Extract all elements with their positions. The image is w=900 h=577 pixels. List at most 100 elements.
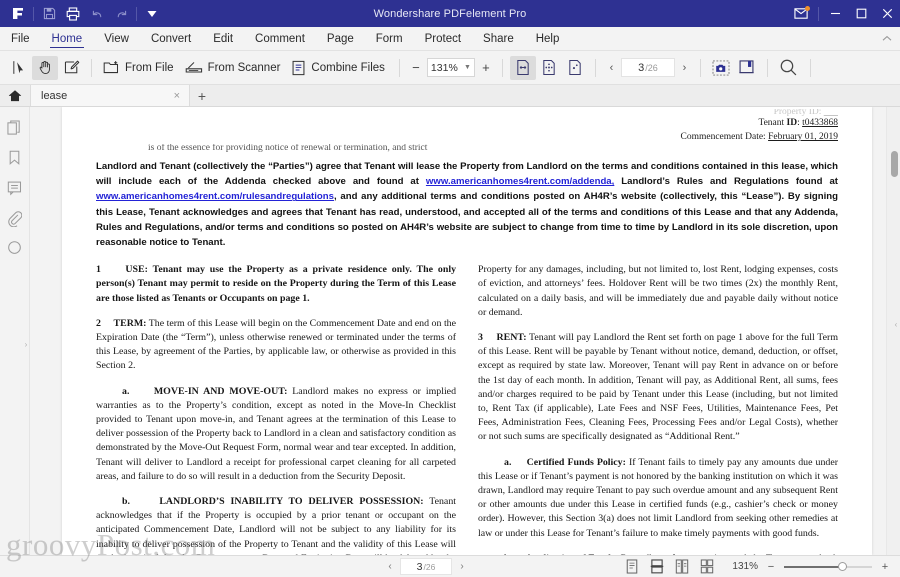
clause-application-of-funds: b. Application of Funds: Regardless of a… (478, 552, 838, 555)
title-bar: Wondershare PDFelement Pro (0, 0, 900, 27)
clause-title: Application of Funds: (525, 553, 618, 555)
menu-page[interactable]: Page (316, 27, 365, 50)
window-controls-divider (818, 6, 819, 21)
menu-share[interactable]: Share (472, 27, 525, 50)
clause-move-in-move-out: a. MOVE-IN AND MOVE-OUT: Landlord makes … (96, 385, 456, 484)
menu-convert[interactable]: Convert (140, 27, 202, 50)
status-previous-page-button[interactable]: ‹ (382, 558, 398, 576)
from-scanner-button[interactable]: From Scanner (181, 56, 288, 80)
zoom-slider[interactable] (784, 561, 872, 573)
status-next-page-button[interactable]: › (454, 558, 470, 576)
menu-bar: File Home View Convert Edit Comment Page… (0, 27, 900, 51)
fit-page-view-icon[interactable] (536, 56, 562, 80)
menu-file[interactable]: File (0, 27, 41, 50)
header-commencement-date: Commencement Date: February 01, 2019 (680, 132, 838, 142)
mail-icon[interactable] (787, 0, 815, 27)
next-page-button[interactable]: › (676, 58, 693, 78)
clause-body: Property for any damages, including, but… (478, 264, 838, 318)
new-tab-button[interactable]: + (190, 85, 214, 106)
collapse-right-panel-handle[interactable]: ‹ (892, 309, 900, 339)
document-header: Property ID: Tenant ID: t0433868 Commenc… (96, 107, 838, 144)
single-page-view-button[interactable] (623, 558, 641, 576)
menu-form[interactable]: Form (365, 27, 414, 50)
search-icon[interactable] (775, 56, 803, 80)
zoom-in-button[interactable]: + (477, 58, 495, 78)
chevron-up-icon[interactable] (874, 27, 900, 50)
page-canvas[interactable]: Property ID: Tenant ID: t0433868 Commenc… (30, 107, 886, 555)
menu-home[interactable]: Home (41, 27, 94, 50)
zoom-level-select[interactable]: 131% ▼ (426, 58, 475, 77)
menu-view[interactable]: View (93, 27, 140, 50)
menu-comment[interactable]: Comment (244, 27, 316, 50)
clause-number: 2 (96, 317, 101, 329)
close-button[interactable] (874, 0, 900, 27)
commencement-date-value: February 01, 2019 (768, 132, 838, 142)
page-number-input[interactable]: 3 /26 (620, 58, 675, 77)
select-text-tool-icon[interactable] (6, 56, 32, 80)
app-logo-icon (6, 3, 30, 25)
sidebar-item-bookmarks[interactable] (4, 147, 26, 169)
zoom-out-button[interactable]: − (407, 58, 425, 78)
snapshot-icon[interactable] (708, 56, 734, 80)
scrollbar-thumb[interactable] (891, 151, 898, 177)
read-mode-icon[interactable] (734, 56, 760, 80)
workspace: › Property ID: Tenant ID: t0433868 Comme… (0, 107, 900, 555)
redo-icon[interactable] (109, 3, 133, 25)
menu-help[interactable]: Help (525, 27, 571, 50)
chevron-down-icon: ▼ (463, 64, 471, 71)
intro-text-2: Landlord’s Rules and Regulations found a… (614, 176, 838, 188)
status-zoom-out-button[interactable]: − (764, 559, 778, 575)
menu-protect[interactable]: Protect (414, 27, 472, 50)
hand-tool-icon[interactable] (32, 55, 58, 80)
customize-dropdown-icon[interactable] (140, 3, 164, 25)
single-page-view-icon[interactable] (509, 55, 536, 80)
toolbar-divider (33, 6, 34, 21)
two-column-body: 1 USE: Tenant may use the Property as a … (96, 263, 838, 555)
from-file-button[interactable]: From File (99, 56, 181, 80)
close-icon[interactable]: × (171, 90, 183, 102)
sidebar-item-attachments[interactable] (4, 207, 26, 229)
combine-files-label: Combine Files (311, 61, 385, 74)
expand-sidebar-handle[interactable]: › (22, 329, 30, 359)
ribbon-divider-1 (91, 58, 92, 77)
facing-continuous-view-button[interactable] (698, 558, 716, 576)
tab-label: lease (41, 89, 68, 102)
sidebar-item-annotations[interactable] (4, 237, 26, 259)
home-tab-button[interactable] (0, 85, 30, 106)
sidebar-item-thumbnails[interactable] (4, 117, 26, 139)
header-property-id: Property ID: (773, 109, 824, 116)
zoom-slider-knob[interactable] (838, 561, 847, 571)
from-file-label: From File (125, 61, 174, 74)
navigation-sidebar: › (0, 107, 30, 555)
sidebar-item-comments[interactable] (4, 177, 26, 199)
status-page-number-input[interactable]: 3 /26 (400, 558, 452, 575)
document-tab-lease[interactable]: lease × (30, 85, 190, 106)
ribbon-divider-2 (398, 58, 400, 77)
combine-files-button[interactable]: Combine Files (287, 56, 392, 80)
menu-edit[interactable]: Edit (202, 27, 244, 50)
status-current-page-value: 3 (416, 560, 423, 573)
continuous-view-button[interactable] (648, 558, 666, 576)
clause-title: Certified Funds Policy: (526, 456, 626, 468)
clause-body: The term of this Lease will begin on the… (96, 317, 457, 372)
clause-title: TERM: (113, 317, 147, 329)
addenda-link[interactable]: www.americanhomes4rent.com/addenda, (426, 176, 614, 187)
undo-icon[interactable] (85, 3, 109, 25)
lease-intro-paragraph: Landlord and Tenant (collectively the “P… (96, 159, 838, 250)
clause-number: a. (122, 385, 130, 397)
status-zoom-in-button[interactable]: + (878, 559, 892, 575)
document-viewer: Property ID: Tenant ID: t0433868 Commenc… (30, 107, 900, 555)
facing-view-button[interactable] (673, 558, 691, 576)
ribbon-toolbar: From File From Scanner Combine Files − 1… (0, 51, 900, 85)
previous-page-button[interactable]: ‹ (603, 58, 620, 78)
rules-regulations-link[interactable]: www.americanhomes4rent.com/rulesandregul… (96, 191, 334, 202)
maximize-button[interactable] (848, 0, 874, 27)
clipped-text-line: is of the essence for providing notice o… (148, 144, 428, 153)
edit-tool-icon[interactable] (58, 56, 84, 80)
zoom-slider-fill (784, 565, 842, 568)
minimize-button[interactable] (822, 0, 848, 27)
fit-width-view-icon[interactable] (562, 56, 588, 80)
print-icon[interactable] (61, 3, 85, 25)
save-icon[interactable] (37, 3, 61, 25)
from-scanner-label: From Scanner (207, 61, 281, 74)
